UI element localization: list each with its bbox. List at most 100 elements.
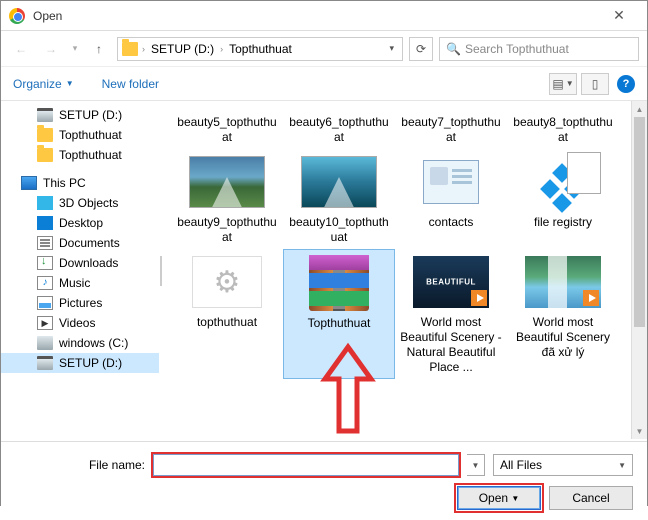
organize-menu[interactable]: Organize▼	[13, 77, 74, 91]
sidebar-item[interactable]: This PC	[1, 173, 159, 193]
search-icon: 🔍	[446, 42, 461, 56]
file-item[interactable]: beauty7_topthuthuat	[395, 105, 507, 149]
preview-pane-button[interactable]: ▯	[581, 73, 609, 95]
file-name-label: beauty10_topthuthuat	[287, 215, 391, 245]
sidebar-item[interactable]: Pictures	[1, 293, 159, 313]
search-placeholder: Search Topthuthuat	[465, 42, 569, 56]
file-name-label: Topthuthuat	[308, 316, 371, 331]
file-thumbnail	[411, 109, 491, 111]
sidebar-item-label: Downloads	[59, 256, 118, 270]
new-folder-button[interactable]: New folder	[102, 77, 159, 91]
scrollbar[interactable]: ▲ ▼	[631, 101, 647, 439]
down-icon	[37, 256, 53, 270]
file-name-label: World most Beautiful Scenery - Natural B…	[399, 315, 503, 375]
sidebar-item-label: Documents	[59, 236, 120, 250]
nav-up-button[interactable]: ↑	[87, 37, 111, 61]
chevron-down-icon: ▼	[618, 461, 626, 470]
chevron-down-icon: ▼	[66, 79, 74, 88]
nav-forward-button[interactable]: →	[39, 37, 63, 61]
vid-icon: ▶	[37, 316, 53, 330]
file-item[interactable]: file registry	[507, 149, 619, 249]
navigation-tree: SETUP (D:) Topthuthuat Topthuthuat This PC 3…	[1, 101, 159, 441]
scroll-thumb[interactable]	[634, 117, 645, 327]
pic-icon	[37, 296, 53, 310]
file-item[interactable]: beauty8_topthuthuat	[507, 105, 619, 149]
sidebar-item[interactable]: Documents	[1, 233, 159, 253]
file-name-label: World most Beautiful Scenery đã xử lý	[511, 315, 615, 360]
sidebar-item[interactable]: SETUP (D:)	[1, 353, 159, 373]
file-name-label: topthuthuat	[197, 315, 257, 330]
file-item[interactable]: beauty5_topthuthuat	[171, 105, 283, 149]
chevron-down-icon[interactable]: ▾	[385, 43, 398, 54]
file-name-label: beauty7_topthuthuat	[399, 115, 503, 145]
chevron-right-icon[interactable]: ›	[220, 44, 223, 54]
help-button[interactable]: ?	[617, 75, 635, 93]
sidebar-item-label: Topthuthuat	[59, 148, 122, 162]
file-item[interactable]: beauty6_topthuthuat	[283, 105, 395, 149]
path-segment[interactable]: Topthuthuat	[227, 42, 294, 56]
file-thumbnail	[187, 153, 267, 211]
file-item[interactable]: World most Beautiful Scenery - Natural B…	[395, 249, 507, 379]
filename-history-dropdown[interactable]: ▼	[467, 454, 485, 476]
file-thumbnail	[523, 153, 603, 211]
sidebar-item[interactable]: Downloads	[1, 253, 159, 273]
file-thumbnail	[523, 109, 603, 111]
drive-icon	[37, 108, 53, 122]
3d-icon	[37, 196, 53, 210]
sidebar-item[interactable]: Desktop	[1, 213, 159, 233]
sidebar-item[interactable]: ♪ Music	[1, 273, 159, 293]
file-thumbnail	[299, 109, 379, 111]
file-item[interactable]: Topthuthuat	[283, 249, 395, 379]
file-thumbnail	[523, 253, 603, 311]
scroll-down-button[interactable]: ▼	[632, 423, 647, 439]
file-type-filter[interactable]: All Files▼	[493, 454, 633, 476]
close-button[interactable]: ✕	[599, 7, 639, 24]
file-thumbnail	[187, 109, 267, 111]
history-dropdown[interactable]: ▾	[69, 43, 81, 54]
music-icon: ♪	[37, 276, 53, 290]
file-thumbnail	[299, 153, 379, 211]
file-thumbnail: ⚙	[187, 253, 267, 311]
sidebar-item[interactable]: 3D Objects	[1, 193, 159, 213]
sidebar-item[interactable]: windows (C:)	[1, 333, 159, 353]
sidebar-item-label: SETUP (D:)	[59, 356, 122, 370]
file-name-label: beauty6_topthuthuat	[287, 115, 391, 145]
folder-icon	[122, 42, 138, 56]
sidebar-item[interactable]: ▶Videos	[1, 313, 159, 333]
view-mode-button[interactable]: ▤ ▼	[549, 73, 577, 95]
sidebar-item[interactable]: Topthuthuat	[1, 145, 159, 165]
sidebar-item-label: Topthuthuat	[59, 128, 122, 142]
file-name-label: beauty8_topthuthuat	[511, 115, 615, 145]
address-bar[interactable]: › SETUP (D:) › Topthuthuat ▾	[117, 37, 403, 61]
folder-icon	[37, 148, 53, 162]
file-item[interactable]: beauty10_topthuthuat	[283, 149, 395, 249]
sidebar-item-label: 3D Objects	[59, 196, 118, 210]
cancel-button[interactable]: Cancel	[549, 486, 633, 510]
search-input[interactable]: 🔍 Search Topthuthuat	[439, 37, 639, 61]
doc-icon	[37, 236, 53, 250]
filename-input[interactable]	[153, 454, 459, 476]
window-title: Open	[33, 9, 599, 23]
path-segment[interactable]: SETUP (D:)	[149, 42, 216, 56]
file-item[interactable]: World most Beautiful Scenery đã xử lý	[507, 249, 619, 379]
sidebar-item-label: SETUP (D:)	[59, 108, 122, 122]
nav-back-button[interactable]: ←	[9, 37, 33, 61]
sidebar-item[interactable]: SETUP (D:)	[1, 105, 159, 125]
file-name-label: file registry	[534, 215, 592, 230]
refresh-button[interactable]: ⟳	[409, 37, 433, 61]
file-item[interactable]: contacts	[395, 149, 507, 249]
scroll-up-button[interactable]: ▲	[632, 101, 647, 117]
file-thumbnail	[411, 253, 491, 311]
desk-icon	[37, 216, 53, 230]
chrome-icon	[9, 8, 25, 24]
open-button[interactable]: Open ▼	[457, 486, 541, 510]
sidebar-item-label: windows (C:)	[59, 336, 128, 350]
chevron-right-icon[interactable]: ›	[142, 44, 145, 54]
pc-icon	[21, 176, 37, 190]
file-name-label: contacts	[429, 215, 474, 230]
file-item[interactable]: ⚙ topthuthuat	[171, 249, 283, 379]
sidebar-item[interactable]: Topthuthuat	[1, 125, 159, 145]
sidebar-item-label: Music	[59, 276, 90, 290]
splitter[interactable]	[159, 101, 163, 441]
file-item[interactable]: beauty9_topthuthuat	[171, 149, 283, 249]
